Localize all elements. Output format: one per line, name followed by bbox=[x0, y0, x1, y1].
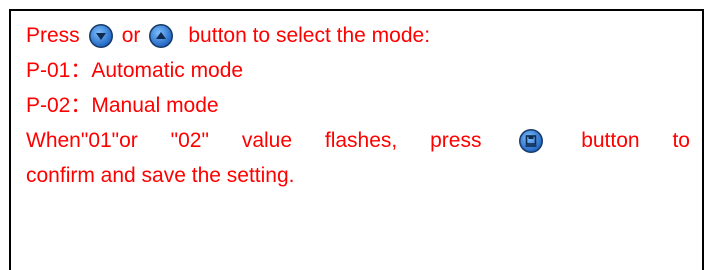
line-confirm-save: confirm and save the setting. bbox=[26, 158, 696, 193]
confirm-save-text: confirm and save the setting. bbox=[26, 163, 295, 187]
mode-p02-text: P-02：Manual mode bbox=[26, 93, 219, 117]
word-value: value bbox=[241, 128, 293, 152]
word-flashes: flashes, bbox=[324, 128, 398, 152]
word-press: Press bbox=[26, 23, 80, 47]
word-to: to bbox=[672, 128, 690, 152]
word-02: "02" bbox=[170, 128, 209, 152]
word-or: or bbox=[121, 23, 141, 47]
select-mode-text: button to select the mode: bbox=[188, 23, 431, 47]
save-circle-icon bbox=[519, 128, 544, 153]
line-select-mode: Press or button to select the mode: bbox=[26, 18, 696, 53]
instruction-text: Press or button to select the mode: P-01… bbox=[26, 18, 696, 193]
line-automatic-mode: P-01：Automatic mode bbox=[26, 53, 696, 88]
line-flash-instruction: When"01"or "02" value flashes, press but… bbox=[26, 123, 690, 158]
arrow-up-circle-icon bbox=[149, 23, 174, 48]
arrow-down-circle-icon bbox=[88, 23, 113, 48]
mode-p01-text: P-01：Automatic mode bbox=[26, 58, 244, 82]
word-button: button bbox=[581, 128, 640, 152]
word-press-2: press bbox=[430, 128, 482, 152]
line-manual-mode: P-02：Manual mode bbox=[26, 88, 696, 123]
word-when-01-or: When"01"or bbox=[26, 128, 138, 152]
